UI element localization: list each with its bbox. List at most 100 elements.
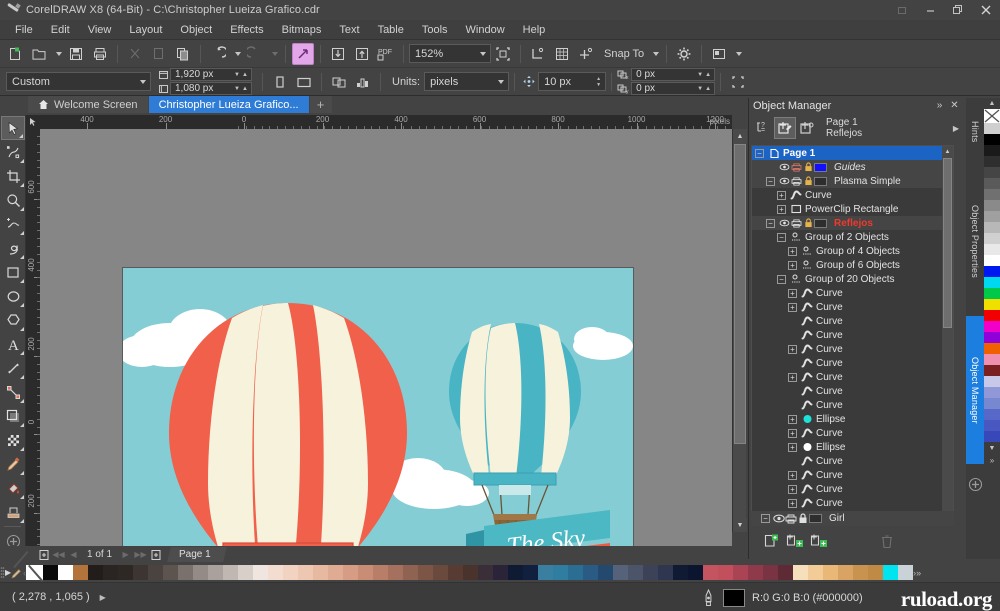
object-manager-row[interactable]: Curve [752,356,953,370]
object-manager-row[interactable]: + Curve [752,342,953,356]
duplicate-y-input[interactable]: 0 px ▼ ▲ [631,82,716,95]
collapse-node-icon[interactable]: − [755,148,764,158]
color-swatch[interactable] [268,565,284,580]
right-color-palette[interactable]: ▲ ▼» [984,98,1000,559]
drop-shadow-tool[interactable] [1,404,25,428]
nudge-spinner[interactable]: ▲ ▼ [594,76,603,88]
add-page-before-icon[interactable] [36,547,51,562]
expand-node-icon[interactable]: + [788,372,797,382]
object-manager-row[interactable]: − Group of 20 Objects [752,272,953,286]
color-swatch[interactable] [984,200,1000,211]
transparency-tool[interactable] [1,428,25,452]
object-manager-row[interactable]: + Curve [752,468,953,482]
snap-to-label[interactable]: Snap To [604,48,644,60]
crop-tool[interactable] [1,164,25,188]
color-swatch[interactable] [984,244,1000,255]
object-manager-row[interactable]: − Plasma Simple [752,174,953,188]
color-swatch[interactable] [984,365,1000,376]
color-swatch[interactable] [103,565,119,580]
footer-expander-icon[interactable]: − [761,514,770,523]
color-swatch[interactable] [778,565,794,580]
ellipse-tool[interactable] [1,284,25,308]
object-manager-row[interactable]: − Group of 2 Objects [752,230,953,244]
ruler-origin-button[interactable] [26,115,40,129]
color-swatch[interactable] [984,299,1000,310]
color-swatch[interactable] [388,565,404,580]
color-swatch[interactable] [984,156,1000,167]
page-layout-icon[interactable] [328,71,350,93]
menu-table[interactable]: Table [369,22,413,38]
color-swatch[interactable] [313,565,329,580]
color-swatch[interactable] [883,565,899,580]
show-object-properties-icon[interactable]: =? [752,117,774,139]
edit-object-icon[interactable] [727,71,749,93]
artistic-media-tool[interactable] [1,236,25,260]
color-swatch[interactable] [178,565,194,580]
new-layer-icon[interactable] [759,530,783,552]
export-pdf-icon[interactable]: PDF [375,43,397,65]
color-swatch[interactable] [984,332,1000,343]
chevrons-right-icon[interactable]: » [932,100,947,111]
menu-window[interactable]: Window [457,22,514,38]
color-swatch[interactable] [133,565,149,580]
color-eyedropper-tool[interactable] [1,452,25,476]
canvas-vertical-scrollbar[interactable]: ▲ ▼ [732,129,747,532]
object-manager-row[interactable]: Curve [752,314,953,328]
object-manager-row[interactable]: + Curve [752,370,953,384]
polygon-tool[interactable] [1,308,25,332]
last-page-icon[interactable]: ▶▶ [133,547,148,562]
edit-across-layers-icon[interactable] [774,117,796,139]
undo-dropdown-icon[interactable] [231,43,242,65]
menu-edit[interactable]: Edit [42,22,79,38]
color-swatch[interactable] [984,266,1000,277]
freehand-tool[interactable] [1,212,25,236]
color-swatch[interactable] [298,565,314,580]
fit-page-icon[interactable] [492,43,514,65]
expand-node-icon[interactable]: + [788,484,797,494]
snap-guidelines-icon[interactable] [527,43,549,65]
menu-tools[interactable]: Tools [413,22,457,38]
docker-tab-object-properties[interactable]: Object Properties [966,166,984,316]
artboard[interactable]: The Sky IS THE LIMIT [122,267,634,546]
layer-color-swatch[interactable] [814,176,827,186]
color-swatch[interactable] [583,565,599,580]
layer-color-swatch[interactable] [809,514,822,523]
om-scroll-thumb[interactable] [943,158,952,328]
vertical-scroll-thumb[interactable] [734,144,746,444]
color-swatch[interactable] [793,565,809,580]
color-swatch[interactable] [193,565,209,580]
expand-node-icon[interactable]: + [788,428,797,438]
printer-icon[interactable] [785,514,797,524]
add-docker-icon[interactable] [966,464,984,504]
page-preset-combo[interactable]: Custom [6,72,151,91]
gear-icon[interactable] [673,43,695,65]
add-page-after-icon[interactable] [148,547,163,562]
portrait-icon[interactable] [269,71,291,93]
zoom-tool[interactable] [1,188,25,212]
color-swatch[interactable] [508,565,524,580]
expand-node-icon[interactable]: + [788,442,797,452]
snap-grid-icon[interactable] [551,43,573,65]
print-icon[interactable] [89,43,111,65]
color-swatch[interactable] [658,565,674,580]
page-tab-page-1[interactable]: Page 1 [167,547,227,562]
collapse-node-icon[interactable]: − [766,176,775,186]
close-icon[interactable]: ✕ [947,100,962,111]
drawing-canvas[interactable]: The Sky IS THE LIMIT [40,129,732,546]
object-manager-row[interactable]: + Curve [752,300,953,314]
menu-text[interactable]: Text [330,22,368,38]
color-swatch[interactable] [613,565,629,580]
pick-tool[interactable] [1,116,25,140]
close-window-button[interactable] [972,0,1000,20]
object-manager-tree[interactable]: ▲ ▼ − Page 1 Guides − Plasma Simple + Curve + Po… [751,145,954,525]
layer-color-swatch[interactable] [814,162,827,172]
expand-node-icon[interactable]: + [788,288,797,298]
color-swatch[interactable] [868,565,884,580]
new-document-icon[interactable] [4,43,26,65]
expand-node-icon[interactable]: + [777,204,786,214]
duplicate-y-spinner[interactable]: ▼ ▲ [697,86,713,92]
page-height-spinner[interactable]: ▼ ▲ [234,86,250,92]
lock-icon[interactable] [802,162,814,172]
view-dropdown-icon[interactable] [732,43,743,65]
duplicate-x-spinner[interactable]: ▼ ▲ [697,72,713,78]
